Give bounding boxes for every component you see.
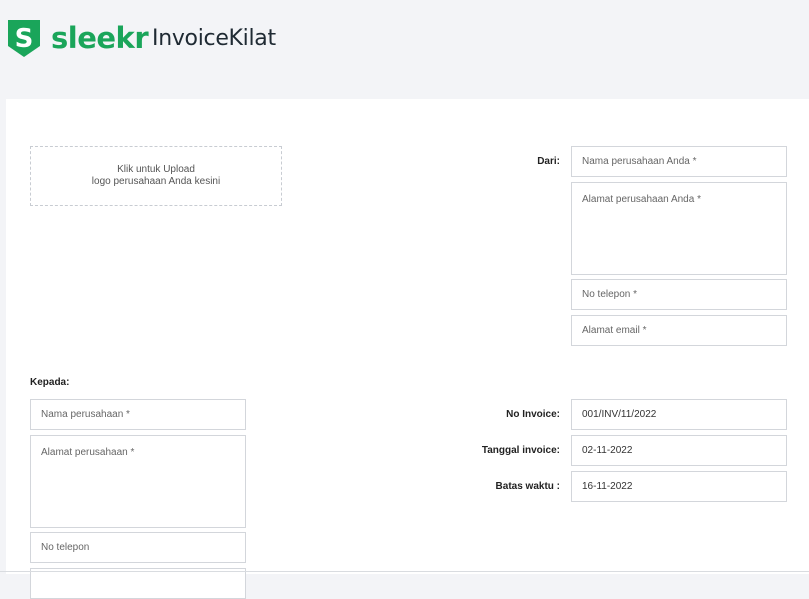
invoice-date-label: Tanggal invoice: <box>481 445 560 456</box>
product-name: InvoiceKilat <box>152 26 276 51</box>
to-label: Kepada: <box>30 377 70 388</box>
from-address-textarea[interactable] <box>571 182 787 275</box>
divider <box>0 571 809 572</box>
invoice-number-label: No Invoice: <box>506 409 560 420</box>
to-email-input[interactable] <box>30 568 246 599</box>
due-date-input[interactable] <box>571 471 787 502</box>
brand-name: sleekr <box>51 21 149 55</box>
to-company-input[interactable] <box>30 399 246 430</box>
invoice-number-input[interactable] <box>571 399 787 430</box>
invoice-date-input[interactable] <box>571 435 787 466</box>
app-header: S sleekr InvoiceKilat <box>0 0 809 99</box>
from-phone-input[interactable] <box>571 279 787 310</box>
from-email-input[interactable] <box>571 315 787 346</box>
sleekr-logo-icon: S <box>8 20 40 57</box>
upload-text-line2: logo perusahaan Anda kesini <box>91 176 221 187</box>
upload-text-line1: Klik untuk Upload <box>117 164 195 175</box>
from-company-input[interactable] <box>571 146 787 177</box>
to-phone-input[interactable] <box>30 532 246 563</box>
logo-upload-area[interactable]: Klik untuk Upload logo perusahaan Anda k… <box>30 146 282 206</box>
from-label: Dari: <box>537 156 560 167</box>
due-date-label: Batas waktu : <box>495 481 560 492</box>
to-address-textarea[interactable] <box>30 435 246 528</box>
invoice-form: Klik untuk Upload logo perusahaan Anda k… <box>6 99 809 599</box>
logo-letter: S <box>15 24 34 54</box>
